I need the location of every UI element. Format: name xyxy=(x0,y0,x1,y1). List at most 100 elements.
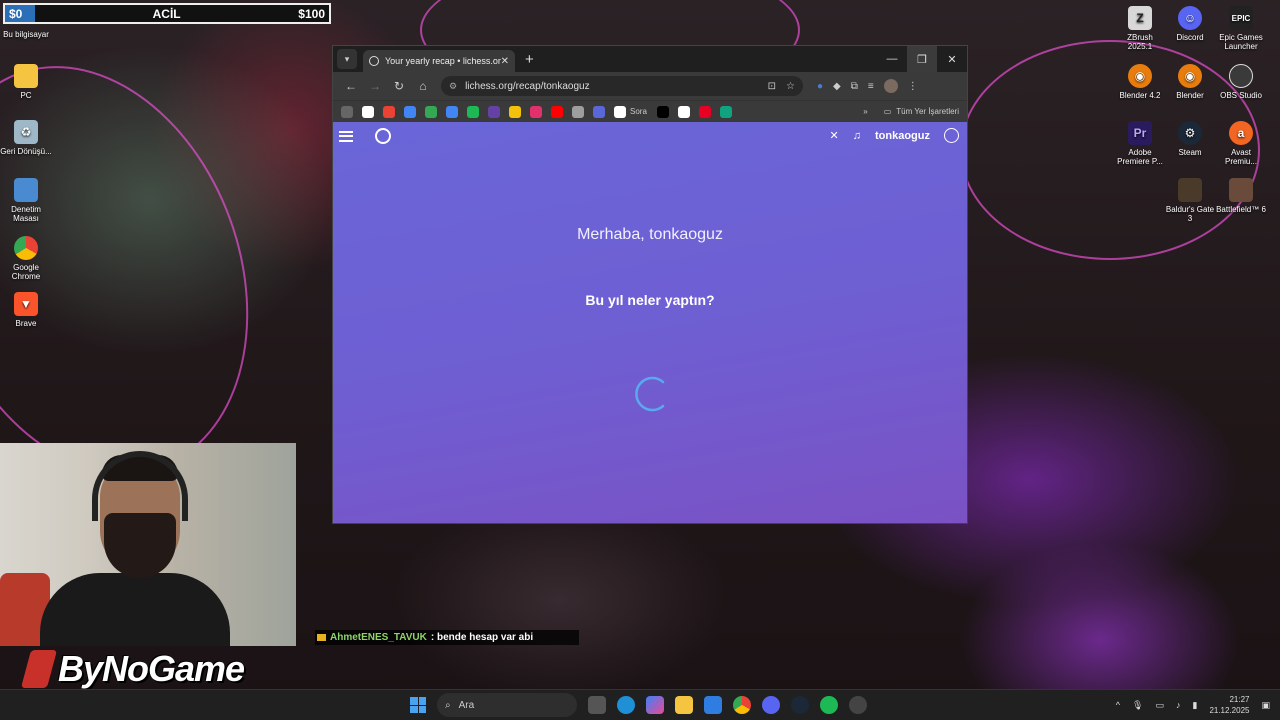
brave-icon: ▼ xyxy=(14,292,38,316)
obs-taskbar-icon[interactable] xyxy=(849,696,867,714)
username-link[interactable]: tonkaoguz xyxy=(875,130,930,142)
home-button[interactable]: ⌂ xyxy=(411,79,435,93)
reload-button[interactable]: ↻ xyxy=(387,79,411,93)
desktop-icon-label: Denetim Masası xyxy=(11,205,41,223)
site-info-icon[interactable]: ⚙ xyxy=(449,81,457,92)
desktop-icon-baldurs-gate[interactable]: Baldur's Gate 3 xyxy=(1164,178,1216,223)
apps-grid-icon[interactable] xyxy=(341,105,353,118)
bookmark-youtube-icon[interactable] xyxy=(551,105,563,118)
volume-icon[interactable]: ♪ xyxy=(1176,700,1181,710)
bookmark-drive-icon[interactable] xyxy=(425,105,437,118)
windows-start-icon[interactable] xyxy=(410,697,426,713)
bookmark-capcut-icon[interactable] xyxy=(677,105,690,118)
clock[interactable]: 21:27 21.12.2025 xyxy=(1209,694,1249,716)
bookmark-x-icon[interactable] xyxy=(656,105,669,118)
notification-icon[interactable]: ▣ xyxy=(1261,700,1270,711)
tab-search-button[interactable]: ▾ xyxy=(337,49,357,69)
menu-dots-icon[interactable]: ⋮ xyxy=(908,81,918,92)
bookmark-kick-icon[interactable] xyxy=(467,105,479,118)
bookmark-translate-icon[interactable] xyxy=(404,105,416,118)
desktop-icon-control-panel[interactable]: Denetim Masası xyxy=(0,178,52,223)
desktop-icon-brave[interactable]: ▼ Brave xyxy=(0,292,52,328)
bookmark-chatgpt-icon[interactable] xyxy=(572,105,584,118)
bookmark-gmail-icon[interactable] xyxy=(383,105,395,118)
desktop-icon-discord[interactable]: ☺ Discord xyxy=(1164,6,1216,42)
desktop-icon-zbrush[interactable]: Z ZBrush 2025.1 xyxy=(1114,6,1166,51)
tray-overflow-icon[interactable]: ^ xyxy=(1116,700,1120,710)
desktop-icon-premiere[interactable]: Pr Adobe Premiere P... xyxy=(1114,121,1166,166)
bookmark-instagram-icon[interactable] xyxy=(530,105,542,118)
loading-spinner-icon xyxy=(635,376,665,412)
extensions-puzzle-icon[interactable]: ⧉ xyxy=(851,81,858,92)
blender-icon: ◉ xyxy=(1178,64,1202,88)
bookmark-pinterest-icon[interactable] xyxy=(698,105,711,118)
battery-icon[interactable]: ▮ xyxy=(1192,700,1197,711)
battlefield-icon xyxy=(1229,178,1253,202)
back-button[interactable]: ← xyxy=(339,79,363,93)
blender-icon: ◉ xyxy=(1128,64,1152,88)
network-icon[interactable]: ▭ xyxy=(1155,700,1164,711)
avast-icon: a xyxy=(1229,121,1253,145)
desktop-icon-blender[interactable]: ◉ Blender xyxy=(1164,64,1216,100)
user-circle-icon[interactable] xyxy=(944,128,959,143)
file-explorer-icon[interactable] xyxy=(675,696,693,714)
chrome-taskbar-icon[interactable] xyxy=(733,696,751,714)
spotify-icon[interactable] xyxy=(820,696,838,714)
bookmark-docs-icon[interactable] xyxy=(446,105,458,118)
desktop-icon-steam[interactable]: ⚙ Steam xyxy=(1164,121,1216,157)
desktop-icon-pc-folder[interactable]: PC xyxy=(0,64,52,100)
bookmark-sheet-icon[interactable] xyxy=(719,105,732,118)
mail-icon[interactable] xyxy=(704,696,722,714)
microphone-icon[interactable]: 🎙 xyxy=(1132,700,1143,711)
extension-icon[interactable]: ◆ xyxy=(833,81,841,92)
bookmark-sora-icon[interactable] xyxy=(614,105,626,118)
stream-chat-message: AhmetENES_TAVUK : bende hesap var abi xyxy=(315,630,580,645)
bookmark-twitch-icon[interactable] xyxy=(488,105,500,118)
bookmark-google-icon[interactable] xyxy=(362,105,374,118)
close-window-button[interactable]: ✕ xyxy=(937,46,967,72)
desktop-icon-blender-42[interactable]: ◉ Blender 4.2 xyxy=(1114,64,1166,100)
desktop-icon-label: Discord xyxy=(1176,33,1204,42)
desktop-icon-label: Epic Games Launcher xyxy=(1219,33,1263,51)
edge-icon[interactable] xyxy=(617,696,635,714)
donation-goal-bar: $0 ACİL $100 xyxy=(3,3,331,24)
webcam-overlay xyxy=(0,443,296,646)
folder-icon xyxy=(14,64,38,88)
tab-lichess-recap[interactable]: Your yearly recap • lichess.org ✕ xyxy=(363,50,515,72)
bookmark-star-icon[interactable]: ☆ xyxy=(786,81,795,92)
steam-taskbar-icon[interactable] xyxy=(791,696,809,714)
swords-icon[interactable]: ✕ xyxy=(830,129,839,142)
notification-bell-icon[interactable]: ♫ xyxy=(853,130,861,142)
taskbar-search[interactable]: ⌕ Ara xyxy=(437,693,577,717)
bookmark-bookmark-icon[interactable] xyxy=(509,105,521,118)
forward-button[interactable]: → xyxy=(363,79,387,93)
tab-close-icon[interactable]: ✕ xyxy=(501,56,509,67)
install-app-icon[interactable]: ⊡ xyxy=(768,81,776,92)
all-bookmarks-folder[interactable]: ▭ Tüm Yer İşaretleri xyxy=(884,107,959,116)
extension-icon[interactable]: ● xyxy=(817,81,823,92)
desktop-icon-epic-games[interactable]: EPIC Epic Games Launcher xyxy=(1215,6,1267,51)
bookmark-sora-label[interactable]: Sora xyxy=(630,107,647,116)
address-bar[interactable]: ⚙ lichess.org/recap/tonkaoguz ⊡ ☆ xyxy=(441,76,803,96)
desktop-icon-battlefield[interactable]: Battlefield™ 6 xyxy=(1215,178,1267,214)
clock-date: 21.12.2025 xyxy=(1209,706,1250,715)
bookmarks-overflow-icon[interactable]: » xyxy=(863,107,867,116)
new-tab-button[interactable]: + xyxy=(525,51,534,68)
discord-taskbar-icon[interactable] xyxy=(762,696,780,714)
desktop-icon-recycle-bin[interactable]: ♻ Geri Dönüşü... xyxy=(0,120,52,156)
lichess-logo-icon[interactable] xyxy=(375,128,391,144)
desktop-icon-chrome[interactable]: Google Chrome xyxy=(0,236,52,281)
bookmark-bird-icon[interactable] xyxy=(593,105,605,118)
desktop-icon-obs[interactable]: OBS Studio xyxy=(1215,64,1267,100)
reading-list-icon[interactable]: ≡ xyxy=(868,81,874,92)
system-tray: ^ 🎙 ▭ ♪ ▮ 21:27 21.12.2025 ▣ xyxy=(1116,694,1270,716)
maximize-button[interactable]: ❐ xyxy=(907,46,937,72)
minimize-button[interactable]: — xyxy=(877,46,907,72)
profile-avatar[interactable] xyxy=(883,79,898,93)
steam-icon: ⚙ xyxy=(1178,121,1202,145)
hamburger-menu-icon[interactable] xyxy=(339,130,353,142)
task-view-icon[interactable] xyxy=(588,696,606,714)
copilot-icon[interactable] xyxy=(646,696,664,714)
desktop-icon-this-pc[interactable]: Bu bilgisayar xyxy=(0,30,52,39)
desktop-icon-avast[interactable]: a Avast Premiu... xyxy=(1215,121,1267,166)
